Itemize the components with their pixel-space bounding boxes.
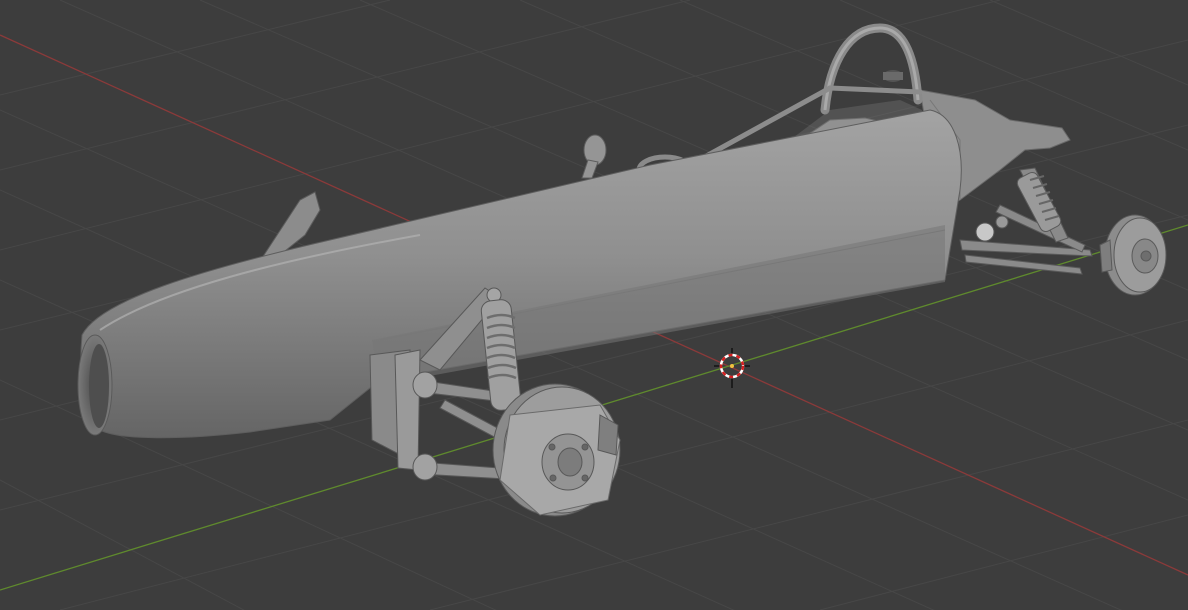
rear-suspension[interactable] bbox=[959, 167, 1167, 296]
3d-cursor-icon[interactable] bbox=[714, 348, 750, 388]
race-car-model[interactable] bbox=[77, 23, 1167, 517]
3d-viewport[interactable] bbox=[0, 0, 1188, 610]
mirror-left bbox=[581, 134, 607, 179]
